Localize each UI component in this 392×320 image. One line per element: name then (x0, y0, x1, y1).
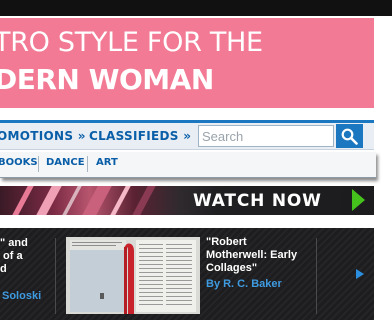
story-divider (316, 238, 317, 314)
banner-decoration (62, 186, 82, 215)
double-chevron-right-icon: » (183, 129, 192, 143)
nav-item-label: CLASSIFIEDS (89, 129, 179, 143)
banner-headline-line1: TRO STYLE FOR THE (0, 27, 263, 58)
search-button[interactable] (336, 124, 363, 148)
subnav-divider (87, 156, 88, 172)
double-chevron-right-icon: » (77, 129, 86, 143)
watch-now-label: WATCH NOW (193, 191, 322, 211)
banner-decoration (12, 186, 34, 215)
promo-banner[interactable]: TRO STYLE FOR THE DERN WOMAN (0, 18, 374, 108)
collage-image (66, 237, 200, 314)
banner-decoration (36, 186, 62, 215)
story-title[interactable]: "Robert Motherwell: Early Collages" (206, 236, 316, 275)
nav-item-promotions[interactable]: OMOTIONS » (0, 127, 86, 145)
next-arrow-icon[interactable] (356, 269, 364, 279)
story-byline-partial[interactable]: Soloski (2, 290, 41, 302)
search-icon (341, 128, 358, 145)
page-margin (376, 228, 392, 320)
subnav-item-art[interactable]: ART (96, 157, 118, 168)
search-input[interactable] (198, 125, 334, 147)
subnav-item-dance[interactable]: DANCE (46, 157, 85, 168)
banner-decoration (110, 186, 131, 215)
nav-item-classifieds[interactable]: CLASSIFIEDS » (89, 127, 191, 145)
story-thumbnail[interactable] (66, 237, 200, 314)
watch-now-banner[interactable]: WATCH NOW (0, 186, 374, 215)
story-title-partial[interactable]: " and of a d (0, 237, 52, 276)
top-black-bar (0, 0, 392, 16)
banner-headline-line2: DERN WOMAN (0, 63, 214, 96)
play-arrow-icon (352, 189, 365, 211)
story-byline[interactable]: By R. C. Baker (206, 278, 282, 290)
banner-decoration (82, 186, 112, 215)
main-navigation: OMOTIONS » CLASSIFIEDS » (0, 120, 374, 150)
subnav-item-books[interactable]: BOOKS (0, 157, 38, 168)
subnav-divider (38, 156, 39, 172)
nav-item-label: OMOTIONS (0, 129, 74, 143)
section-subnav: BOOKS DANCE ART (0, 152, 376, 178)
story-divider (55, 238, 56, 314)
banner-decoration (132, 186, 156, 215)
